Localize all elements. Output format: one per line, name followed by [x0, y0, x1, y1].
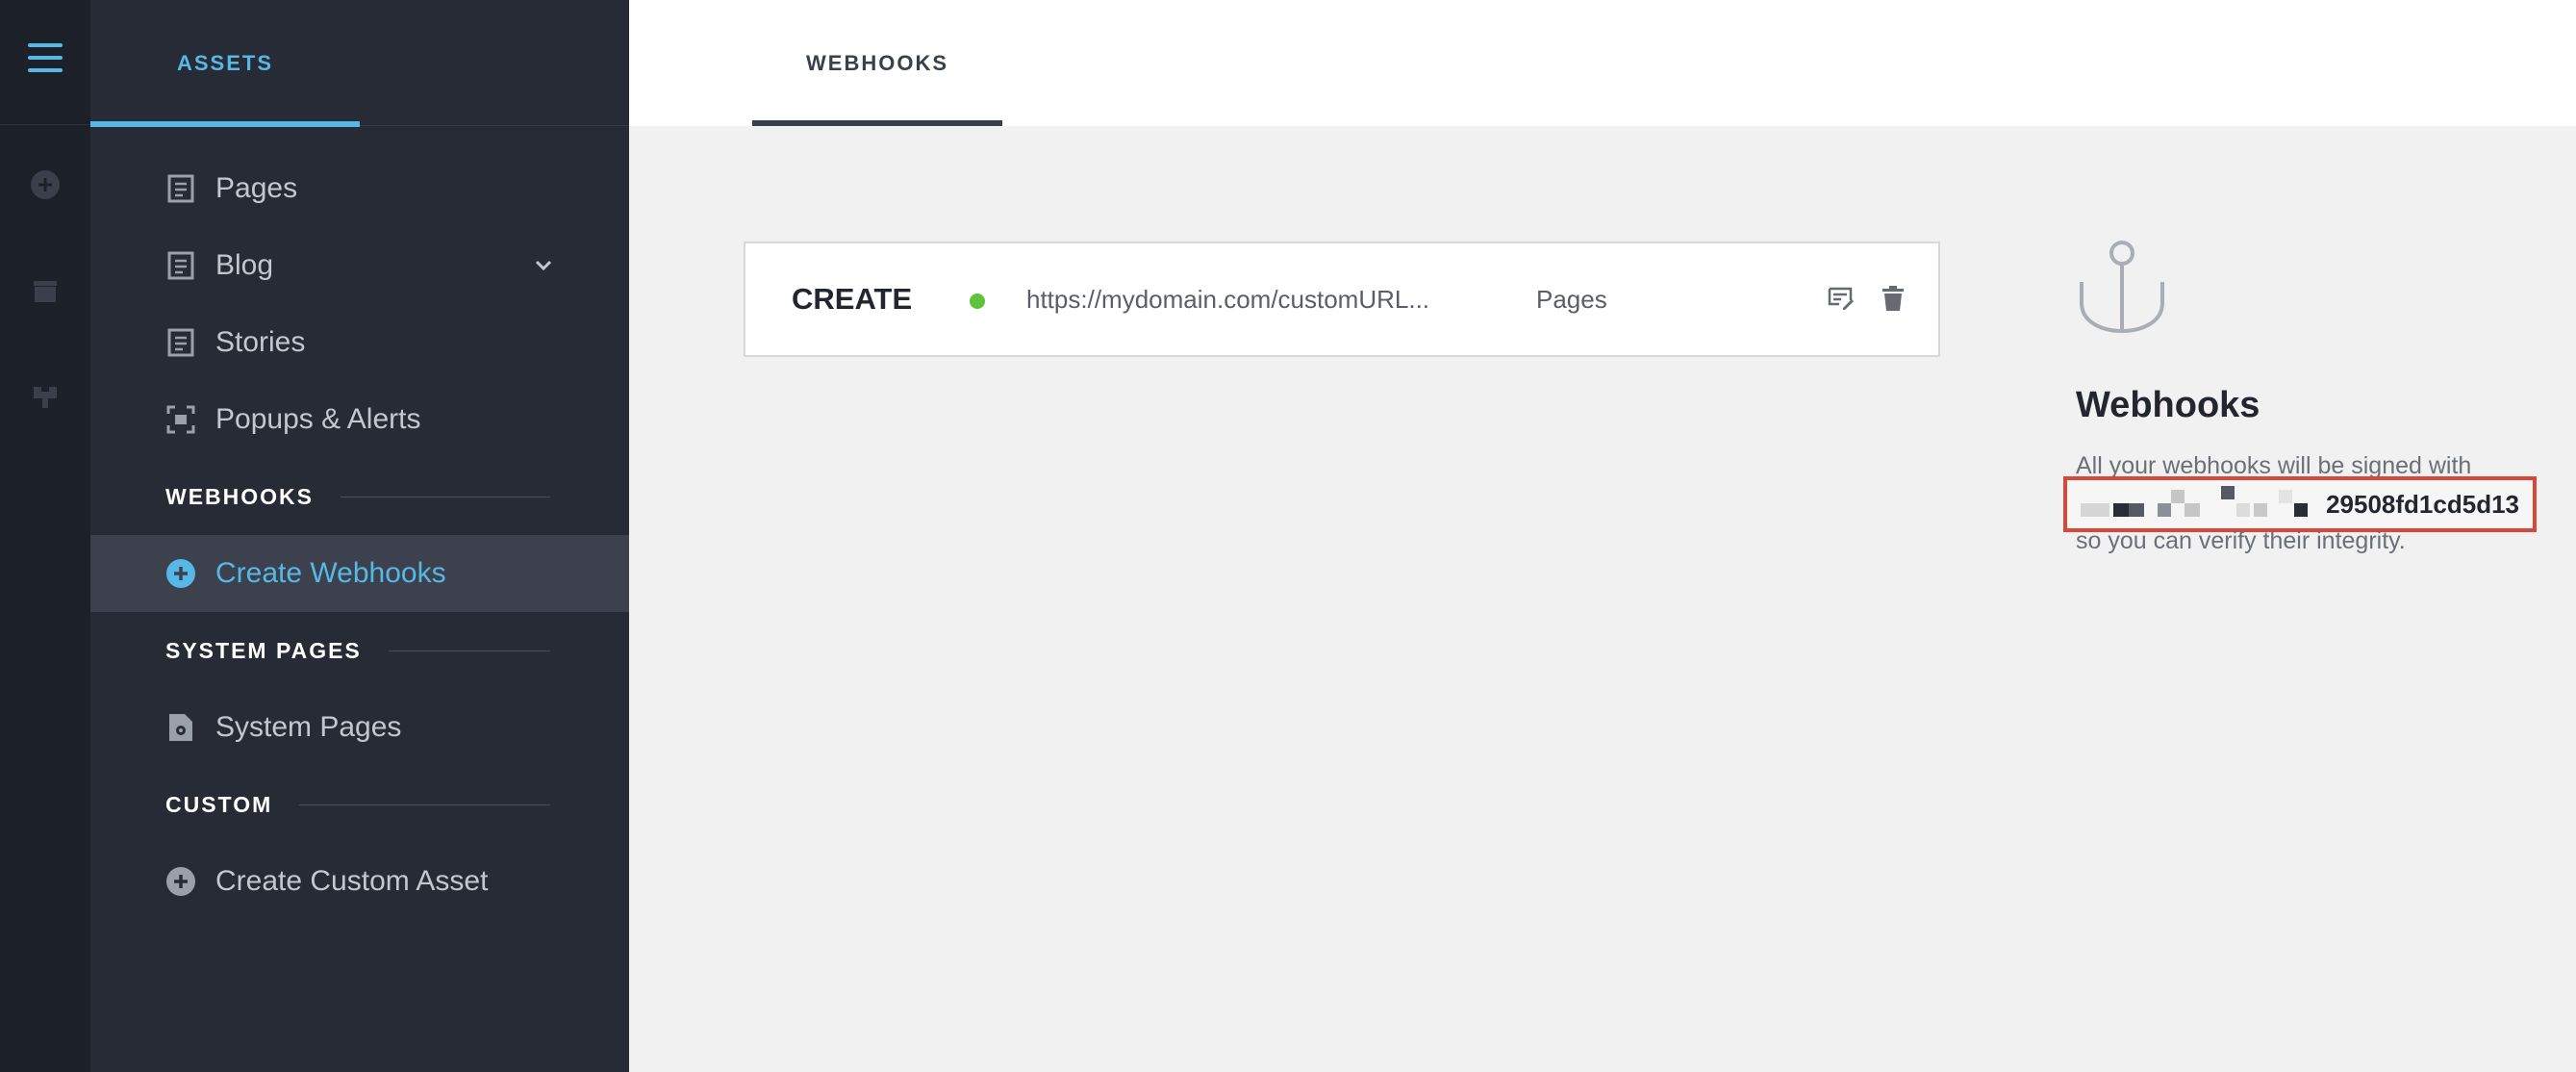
section-webhooks: WEBHOOKS	[165, 477, 550, 516]
redacted-block	[2171, 490, 2185, 503]
redacted-block	[2221, 486, 2235, 499]
plus-circle-icon[interactable]	[28, 167, 63, 202]
section-title: CUSTOM	[165, 791, 273, 817]
redacted-block	[2081, 503, 2109, 517]
redacted-block	[2279, 490, 2292, 503]
section-divider	[341, 496, 550, 498]
tab-assets[interactable]: ASSETS	[90, 0, 360, 127]
sidebar-item-label: System Pages	[215, 711, 402, 743]
redacted-block	[2254, 503, 2267, 517]
icon-rail	[0, 0, 90, 1072]
redacted-block	[2158, 503, 2171, 517]
sidebar-header: ASSETS	[90, 0, 629, 127]
sidebar-item-label: Blog	[215, 249, 274, 281]
sidebar-item-label: Create Webhooks	[215, 557, 446, 589]
section-custom: CUSTOM	[165, 785, 550, 824]
page-icon	[165, 173, 196, 204]
trash-icon[interactable]	[1877, 282, 1909, 315]
page-icon	[165, 327, 196, 358]
sidebar-item-popups-alerts[interactable]: Popups & Alerts	[90, 381, 629, 458]
box-icon[interactable]	[28, 273, 63, 308]
plugin-icon[interactable]	[28, 379, 63, 414]
chevron-down-icon[interactable]	[531, 253, 556, 278]
sidebar-item-label: Popups & Alerts	[215, 403, 421, 435]
redacted-block	[2129, 503, 2144, 517]
tab-webhooks[interactable]: WEBHOOKS	[752, 0, 1002, 126]
sidebar-item-create-webhooks[interactable]: Create Webhooks	[90, 535, 629, 612]
redacted-block	[2236, 503, 2250, 517]
tab-webhooks-underline	[752, 120, 1002, 126]
section-system-pages: SYSTEM PAGES	[165, 631, 550, 670]
sidebar-item-blog[interactable]: Blog	[90, 227, 629, 304]
sidebar-item-pages[interactable]: Pages	[90, 150, 629, 227]
signing-key: 29508fd1cd5d13	[2326, 489, 2519, 519]
plus-circle-icon	[165, 558, 196, 589]
info-integrity-text: so you can verify their integrity.	[2076, 527, 2406, 554]
redacted-block	[2185, 503, 2200, 517]
webhook-method: CREATE	[792, 282, 913, 316]
anchor-icon	[2080, 241, 2164, 334]
sidebar-item-system-pages[interactable]: System Pages	[90, 689, 629, 766]
settings-page-icon	[165, 712, 196, 743]
edit-icon[interactable]	[1825, 282, 1857, 315]
section-title: SYSTEM PAGES	[165, 637, 362, 663]
tab-webhooks-label: WEBHOOKS	[806, 50, 948, 75]
plus-circle-icon	[165, 866, 196, 897]
webhook-scope: Pages	[1536, 284, 1607, 314]
webhook-url: https://mydomain.com/customURL...	[1026, 284, 1430, 314]
signing-key-highlight: 29508fd1cd5d13	[2063, 476, 2537, 532]
tab-assets-underline	[90, 121, 360, 127]
redacted-block	[2294, 503, 2308, 517]
sidebar-item-label: Stories	[215, 326, 306, 358]
section-divider	[299, 804, 550, 805]
page-icon	[165, 250, 196, 281]
section-title: WEBHOOKS	[165, 483, 314, 509]
redacted-block	[2113, 503, 2129, 517]
sidebar-item-create-custom-asset[interactable]: Create Custom Asset	[90, 843, 629, 920]
status-dot	[970, 294, 985, 309]
info-title: Webhooks	[2076, 385, 2260, 425]
webhook-row[interactable]: CREATE https://mydomain.com/customURL...…	[744, 242, 1940, 357]
sidebar-item-label: Pages	[215, 172, 298, 204]
sidebar-item-stories[interactable]: Stories	[90, 304, 629, 381]
menu-icon[interactable]	[28, 43, 63, 72]
sidebar-item-label: Create Custom Asset	[215, 865, 489, 897]
sidebar: ASSETS Pages Blog Stories Popups & Alert…	[90, 0, 629, 1072]
rail-divider	[0, 124, 90, 125]
popup-icon	[165, 404, 196, 435]
main-topbar: WEBHOOKS	[629, 0, 2576, 126]
tab-assets-label: ASSETS	[176, 50, 274, 75]
